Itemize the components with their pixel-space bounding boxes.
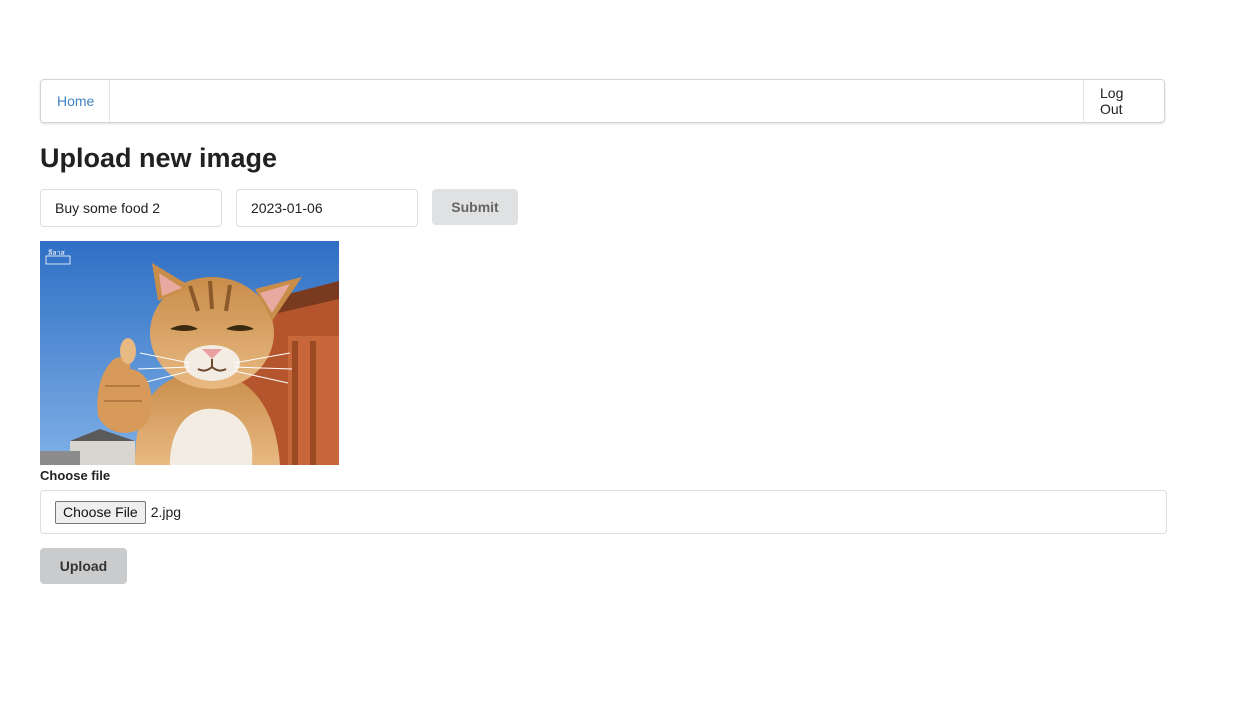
nav-home-link[interactable]: Home [41,80,110,122]
cat-thumbs-up-photo: ลีลาส [40,241,339,465]
image-preview: ลีลาส [40,241,339,465]
submit-button[interactable]: Submit [432,189,518,225]
upload-button[interactable]: Upload [40,548,127,584]
choose-file-label: Choose file [40,468,111,483]
date-input[interactable] [236,189,418,227]
page-title: Upload new image [40,143,278,173]
selected-file-name: 2.jpg [150,504,182,520]
choose-file-button[interactable]: Choose File [55,500,146,524]
title-input[interactable] [40,189,222,227]
file-input-box[interactable]: Choose File 2.jpg [40,490,1167,534]
nav-logout-link[interactable]: Log Out [1083,80,1164,122]
top-nav-menu: Home Log Out [40,79,1165,123]
